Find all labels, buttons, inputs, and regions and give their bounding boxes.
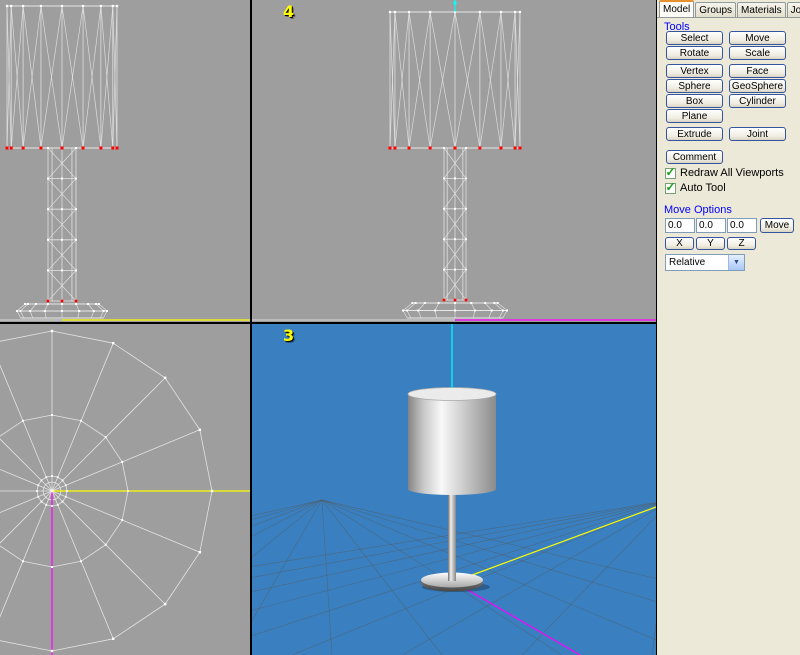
geosphere-button[interactable]: GeoSphere <box>729 79 786 93</box>
move-y-input[interactable] <box>696 218 726 233</box>
joint-button[interactable]: Joint <box>729 127 786 141</box>
viewport-top[interactable] <box>0 324 250 655</box>
box-button[interactable]: Box <box>666 94 723 108</box>
extrude-button[interactable]: Extrude <box>666 127 723 141</box>
checkbox-box[interactable]: ✓ <box>665 168 676 179</box>
cylinder-button[interactable]: Cylinder <box>729 94 786 108</box>
redraw-all-viewports-checkbox[interactable]: ✓ Redraw All Viewports <box>665 167 784 179</box>
checkbox-label: Auto Tool <box>680 182 726 194</box>
move-options-section-label: Move Options <box>664 204 732 216</box>
move-x-input[interactable] <box>665 218 695 233</box>
viewport-number-label: 3 <box>283 326 294 345</box>
viewport-number-label: 4 <box>283 2 294 21</box>
tab-materials[interactable]: Materials <box>737 2 786 17</box>
tab-groups[interactable]: Groups <box>695 2 736 17</box>
panel-tabs: Model Groups Materials Joints <box>657 0 800 18</box>
front-wireframe-canvas <box>0 0 250 322</box>
select-button[interactable]: Select <box>666 31 723 45</box>
viewport-front[interactable] <box>0 0 250 322</box>
move-apply-button[interactable]: Move <box>760 218 794 233</box>
dropdown-selected-value: Relative <box>669 257 705 268</box>
sphere-button[interactable]: Sphere <box>666 79 723 93</box>
modeler-window: 4 3 Model Groups Materials Joints Tools … <box>0 0 800 655</box>
checkmark-icon: ✓ <box>665 183 675 192</box>
top-wireframe-canvas <box>0 324 250 655</box>
checkmark-icon: ✓ <box>665 168 675 177</box>
perspective-canvas <box>252 324 656 655</box>
checkbox-box[interactable]: ✓ <box>665 183 676 194</box>
relative-mode-dropdown[interactable]: Relative ▼ <box>665 254 745 271</box>
tool-panel: Model Groups Materials Joints Tools Sele… <box>657 0 800 655</box>
viewport-perspective[interactable]: 3 <box>252 324 656 655</box>
face-button[interactable]: Face <box>729 64 786 78</box>
vertex-button[interactable]: Vertex <box>666 64 723 78</box>
move-z-input[interactable] <box>727 218 757 233</box>
checkbox-label: Redraw All Viewports <box>680 167 784 179</box>
move-button[interactable]: Move <box>729 31 786 45</box>
auto-tool-checkbox[interactable]: ✓ Auto Tool <box>665 182 726 194</box>
rotate-button[interactable]: Rotate <box>666 46 723 60</box>
scale-button[interactable]: Scale <box>729 46 786 60</box>
comment-button[interactable]: Comment <box>666 150 723 164</box>
axis-z-button[interactable]: Z <box>727 237 756 250</box>
plane-button[interactable]: Plane <box>666 109 723 123</box>
tab-model[interactable]: Model <box>659 0 694 17</box>
chevron-down-icon[interactable]: ▼ <box>728 255 744 270</box>
viewport-side[interactable]: 4 <box>252 0 656 322</box>
tab-joints[interactable]: Joints <box>787 2 800 17</box>
axis-x-button[interactable]: X <box>665 237 694 250</box>
side-wireframe-canvas <box>252 0 656 322</box>
axis-y-button[interactable]: Y <box>696 237 725 250</box>
